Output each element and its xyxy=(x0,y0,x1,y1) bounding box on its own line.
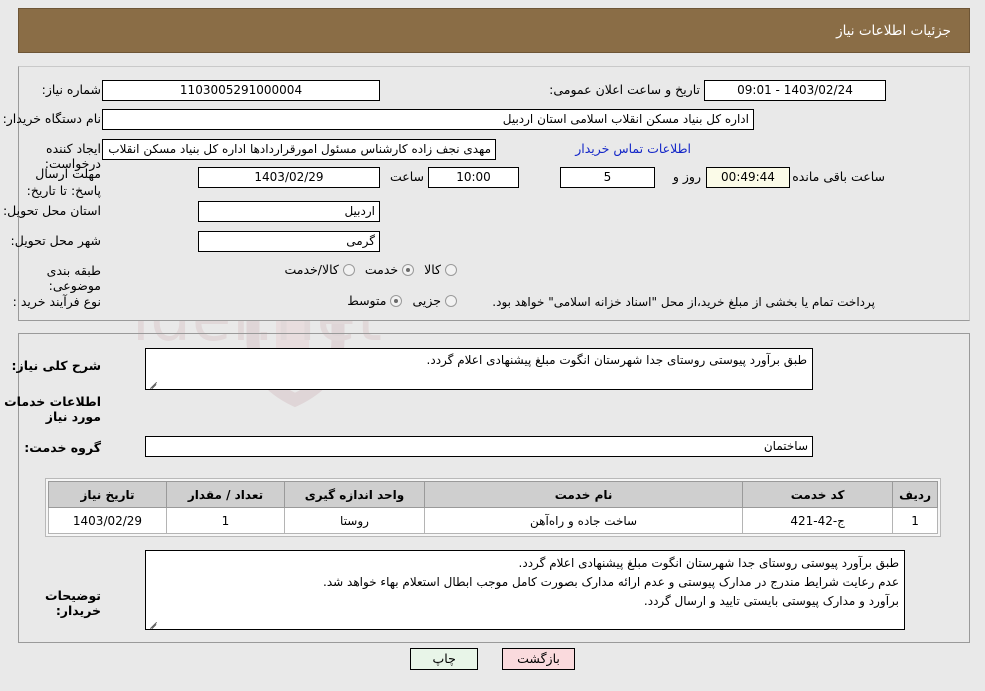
print-button[interactable]: چاپ xyxy=(410,648,479,670)
buyer-org-value: اداره کل بنیاد مسکن انقلاب اسلامی استان … xyxy=(102,109,754,130)
cell-service-name: ساخت جاده و راه‌آهن xyxy=(423,507,744,534)
radio-process-0-label: جزیی xyxy=(412,293,441,308)
table-header-row: ردیف کد خدمت نام خدمت واحد اندازه گیری ت… xyxy=(48,481,938,508)
cell-row-no: 1 xyxy=(892,507,938,534)
radio-process-1[interactable]: متوسط xyxy=(347,293,403,308)
purchase-process-label: نوع فرآیند خرید : xyxy=(12,294,101,309)
buyer-notes-textarea[interactable]: طبق برآورد پیوستی روستای جدا شهرستان انگ… xyxy=(145,550,905,630)
radio-dot-icon[interactable] xyxy=(445,263,457,276)
remaining-time-countdown: 00:49:44 xyxy=(706,167,790,188)
cell-unit: روستا xyxy=(284,507,425,534)
need-number-label: شماره نیاز: xyxy=(41,82,101,97)
treasury-payment-note: پرداخت تمام یا بخشی از مبلغ خرید،از محل … xyxy=(492,295,875,309)
service-group-label: گروه خدمت: xyxy=(24,440,101,455)
buyer-org-label: نام دستگاه خریدار: xyxy=(2,111,101,126)
subject-category-radio-group: کالا خدمت کالا/خدمت xyxy=(284,262,457,277)
general-description-label: شرح کلی نیاز: xyxy=(11,358,101,373)
announcement-datetime-value: 1403/02/24 - 09:01 xyxy=(704,80,886,101)
general-description-textarea[interactable]: طبق برآورد پیوستی روستای جدا شهرستان انگ… xyxy=(145,348,813,390)
radio-dot-icon[interactable] xyxy=(390,294,403,307)
cell-need-date: 1403/02/29 xyxy=(48,507,167,534)
response-deadline-date: 1403/02/29 xyxy=(198,167,380,188)
radio-process-0[interactable]: جزیی xyxy=(412,293,457,308)
purchase-process-radio-group: جزیی متوسط xyxy=(347,293,457,308)
radio-dot-icon[interactable] xyxy=(402,263,415,276)
remaining-days-label: روز و xyxy=(672,169,701,184)
buyer-notes-line-1: عدم رعایت شرایط مندرج در مدارک پیوستی و … xyxy=(323,575,899,589)
radio-category-2-label: کالا/خدمت xyxy=(284,262,339,277)
cell-quantity: 1 xyxy=(166,507,285,534)
need-info-panel xyxy=(18,66,970,321)
radio-process-1-label: متوسط xyxy=(347,293,387,308)
subject-category-label: طبقه بندی موضوعی: xyxy=(46,263,101,293)
back-button[interactable]: بازگشت xyxy=(502,648,575,670)
deadline-hour-label: ساعت xyxy=(389,169,424,184)
buyer-contact-info-link[interactable]: اطلاعات تماس خریدار xyxy=(575,141,691,156)
resize-grip-icon[interactable] xyxy=(148,378,158,388)
radio-dot-icon[interactable] xyxy=(445,294,457,307)
table-row: 1 ج-42-421 ساخت جاده و راه‌آهن روستا 1 1… xyxy=(48,507,938,534)
radio-category-2[interactable]: کالا/خدمت xyxy=(284,262,355,277)
radio-category-1[interactable]: خدمت xyxy=(364,262,415,277)
need-number-value: 1103005291000004 xyxy=(102,80,380,101)
page-title: جزئیات اطلاعات نیاز xyxy=(836,22,951,39)
col-row-no: ردیف xyxy=(892,481,938,508)
delivery-province-label: استان محل تحویل: xyxy=(2,203,101,218)
page-root: AriaTender.net جزئیات اطلاعات نیاز شماره… xyxy=(0,0,985,691)
services-table: ردیف کد خدمت نام خدمت واحد اندازه گیری ت… xyxy=(48,481,938,534)
radio-dot-icon[interactable] xyxy=(342,263,355,276)
buyer-notes-line-2: برآورد و مدارک پیوستی بایستی تایید و ارس… xyxy=(643,594,899,608)
delivery-city-value: گرمی xyxy=(198,231,380,252)
radio-category-0-label: کالا xyxy=(424,262,441,277)
response-deadline-hour: 10:00 xyxy=(428,167,519,188)
page-header-bar: جزئیات اطلاعات نیاز xyxy=(18,8,970,53)
general-description-value: طبق برآورد پیوستی روستای جدا شهرستان انگ… xyxy=(426,353,807,367)
delivery-city-label: شهر محل تحویل: xyxy=(10,233,101,248)
request-creator-value: مهدی نجف زاده کارشناس مسئول امورقرارداده… xyxy=(102,139,496,160)
service-group-value: ساختمان xyxy=(145,436,813,457)
remaining-days-value: 5 xyxy=(560,167,655,188)
col-service-code: کد خدمت xyxy=(742,481,894,508)
services-section-heading: اطلاعات خدمات مورد نیاز xyxy=(4,394,101,424)
delivery-province-value: اردبیل xyxy=(198,201,380,222)
response-deadline-label: مهلت ارسال پاسخ: تا تاریخ: xyxy=(26,166,101,198)
buyer-notes-label: توضیحات خریدار: xyxy=(45,588,101,618)
radio-category-0[interactable]: کالا xyxy=(424,262,457,277)
col-quantity: تعداد / مقدار xyxy=(166,481,285,508)
remaining-time-label: ساعت باقی مانده xyxy=(792,169,885,184)
resize-grip-icon[interactable] xyxy=(148,618,158,628)
buyer-notes-line-0: طبق برآورد پیوستی روستای جدا شهرستان انگ… xyxy=(518,556,899,570)
col-service-name: نام خدمت xyxy=(423,481,744,508)
cell-service-code: ج-42-421 xyxy=(742,507,894,534)
announcement-datetime-label: تاریخ و ساعت اعلان عمومی: xyxy=(549,82,700,97)
services-table-wrapper: ردیف کد خدمت نام خدمت واحد اندازه گیری ت… xyxy=(45,478,941,537)
col-need-date: تاریخ نیاز xyxy=(48,481,167,508)
action-button-bar: بازگشت چاپ xyxy=(0,648,985,670)
radio-category-1-label: خدمت xyxy=(364,262,399,277)
col-unit: واحد اندازه گیری xyxy=(284,481,425,508)
